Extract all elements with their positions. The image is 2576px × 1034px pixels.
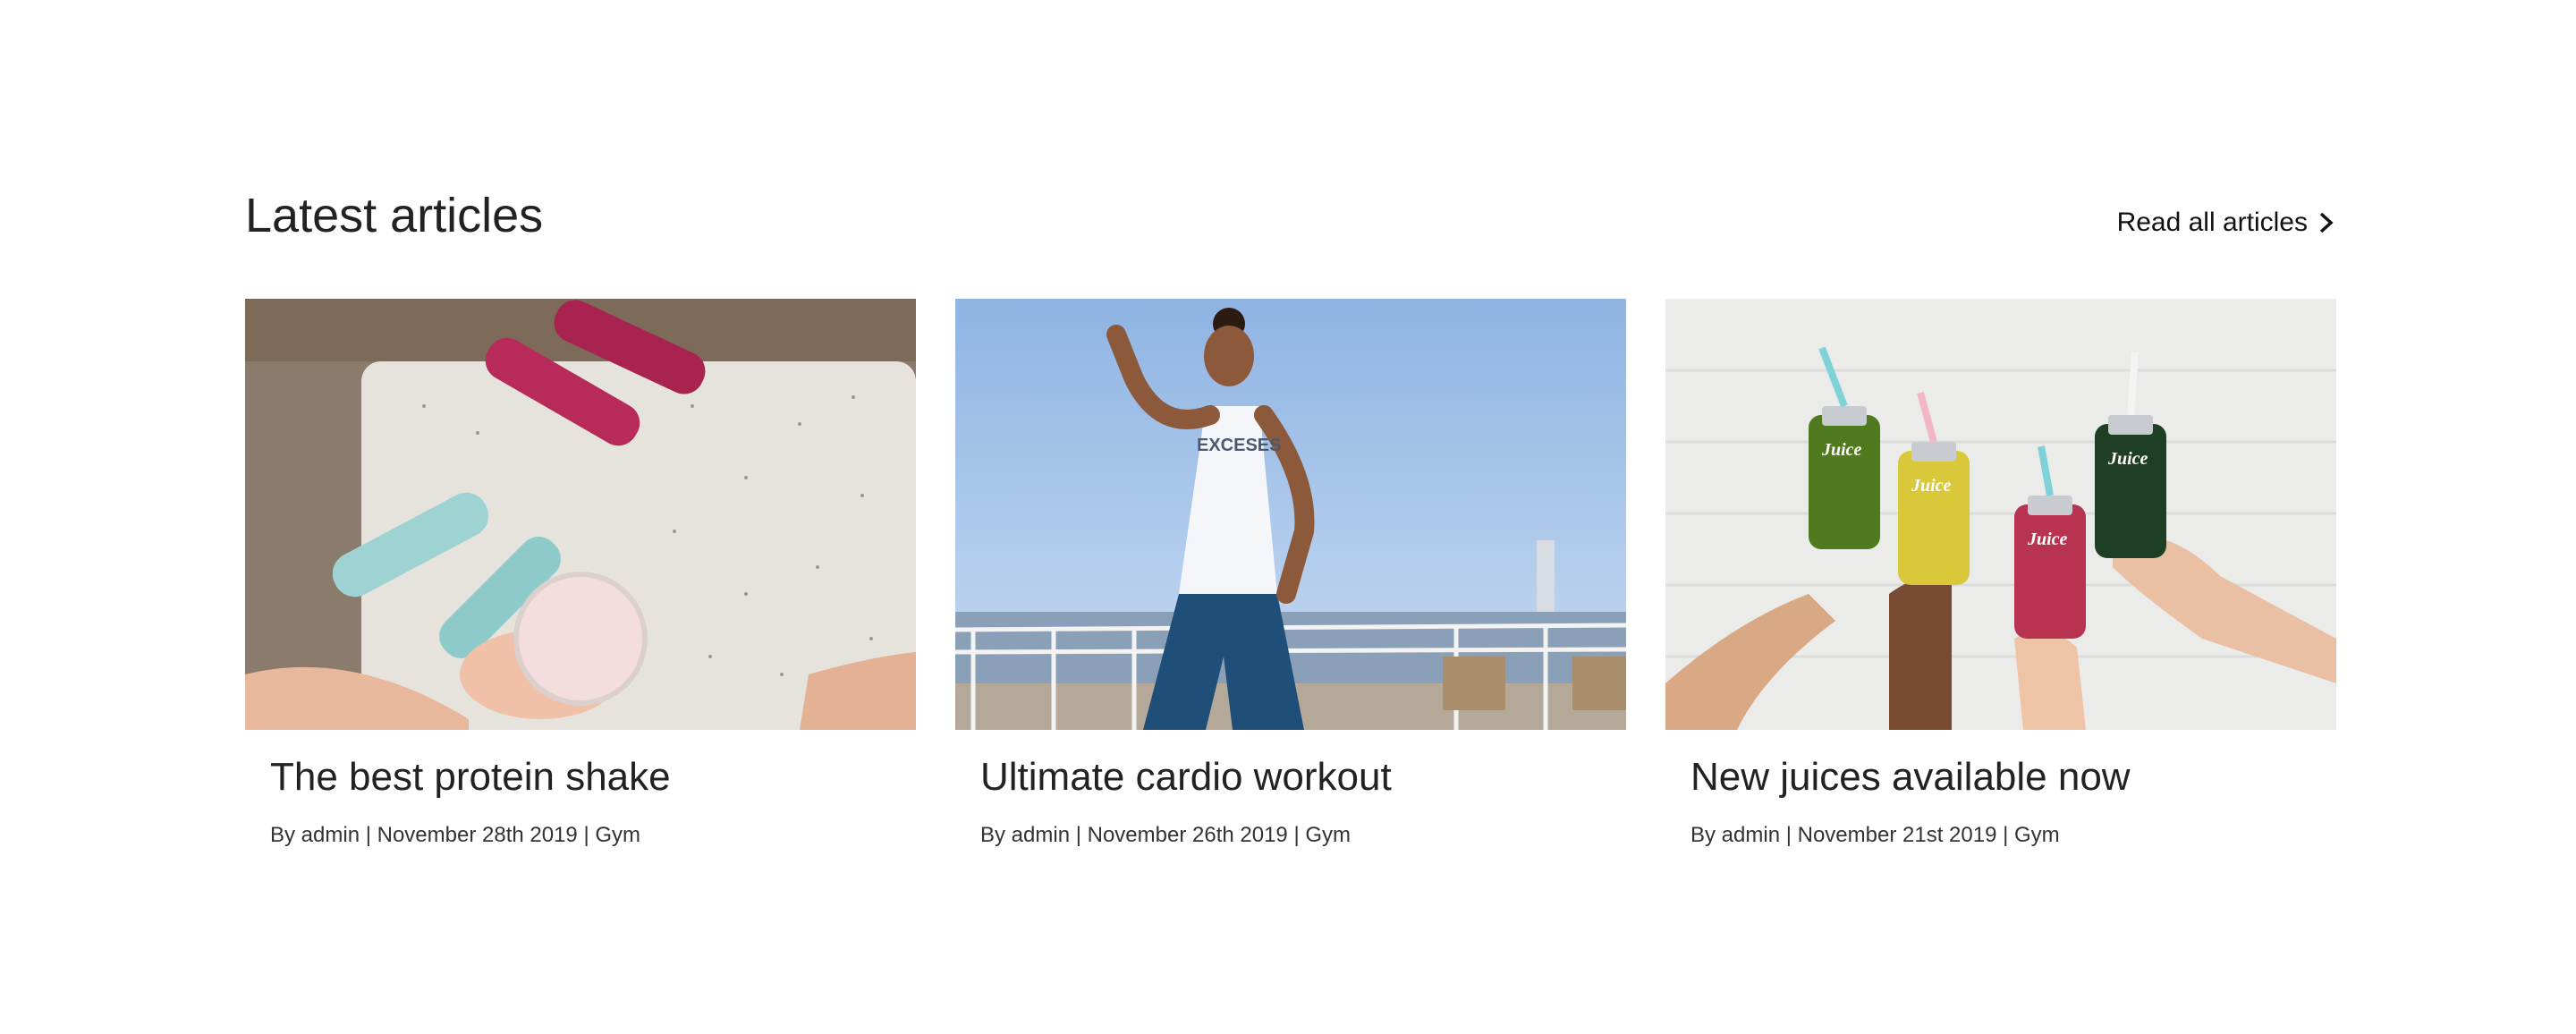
article-title[interactable]: New juices available now (1690, 755, 2311, 800)
svg-text:Juice: Juice (1821, 440, 1862, 460)
article-meta: By admin | November 21st 2019 | Gym (1690, 823, 2060, 847)
article-title[interactable]: Ultimate cardio workout (980, 755, 1601, 800)
read-all-articles-link[interactable]: Read all articles (2117, 208, 2336, 238)
article-image[interactable]: Juice Juice Juice Juice (1665, 299, 2336, 730)
article-meta: By admin | November 26th 2019 | Gym (980, 823, 1352, 847)
article-date: November 21st 2019 (1797, 823, 1997, 847)
article-image[interactable]: EXCESES (955, 299, 1626, 730)
article-meta: By admin | November 28th 2019 | Gym (270, 823, 641, 847)
article-category[interactable]: Gym (2014, 823, 2060, 847)
article-card[interactable]: The best protein shake By admin | Novemb… (245, 299, 916, 848)
article-author: By admin (270, 823, 360, 847)
svg-text:Juice: Juice (2027, 530, 2068, 549)
read-all-label: Read all articles (2116, 208, 2308, 237)
article-author: By admin (980, 823, 1071, 847)
section-heading: Latest articles (245, 189, 544, 242)
article-author: By admin (1690, 823, 1781, 847)
article-category[interactable]: Gym (595, 823, 640, 847)
svg-text:Juice: Juice (1911, 476, 1952, 496)
article-date: November 28th 2019 (377, 823, 578, 847)
svg-text:Juice: Juice (2107, 449, 2148, 469)
chevron-right-icon (2317, 211, 2336, 234)
article-card[interactable]: Juice Juice Juice Juice New juices avail… (1665, 299, 2336, 848)
latest-articles-section: Latest articles Read all articles The be… (0, 0, 2576, 1034)
article-category[interactable]: Gym (1305, 823, 1351, 847)
article-image[interactable] (245, 299, 916, 730)
article-list: The best protein shake By admin | Novemb… (245, 299, 2336, 848)
article-card[interactable]: EXCESES Ultimate cardio workout By admin… (955, 299, 1626, 848)
article-title[interactable]: The best protein shake (270, 755, 891, 800)
svg-text:EXCESES: EXCESES (1197, 436, 1281, 455)
article-date: November 26th 2019 (1087, 823, 1288, 847)
